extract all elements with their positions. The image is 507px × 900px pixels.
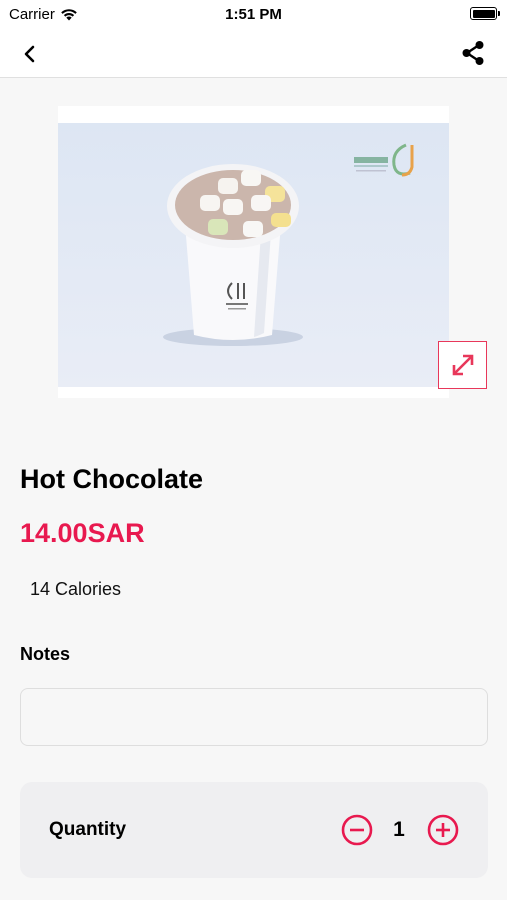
share-button[interactable] — [459, 39, 487, 67]
product-title: Hot Chocolate — [20, 464, 204, 494]
expand-image-button[interactable] — [438, 341, 487, 389]
product-calories: 14 Calories — [30, 579, 122, 599]
increase-quantity-button[interactable] — [427, 814, 459, 846]
battery-icon — [470, 7, 500, 20]
quantity-value: 1 — [393, 818, 405, 841]
chevron-left-icon — [24, 45, 35, 63]
product-image — [58, 123, 449, 387]
quantity-card: Quantity 1 — [20, 782, 488, 878]
product-price: 14.00SAR — [20, 518, 145, 548]
status-bar: Carrier 1:51 PM — [0, 0, 507, 30]
decrease-quantity-button[interactable] — [341, 814, 373, 846]
share-icon — [462, 41, 484, 65]
plus-circle-icon — [427, 814, 459, 846]
expand-icon — [452, 354, 473, 376]
back-button[interactable] — [15, 40, 45, 68]
nav-bar — [0, 30, 507, 78]
minus-circle-icon — [341, 814, 373, 846]
notes-label: Notes — [20, 644, 71, 664]
product-image-card — [58, 106, 449, 398]
status-time: 1:51 PM — [225, 6, 282, 23]
notes-input[interactable] — [20, 688, 488, 746]
quantity-label: Quantity — [49, 819, 127, 840]
